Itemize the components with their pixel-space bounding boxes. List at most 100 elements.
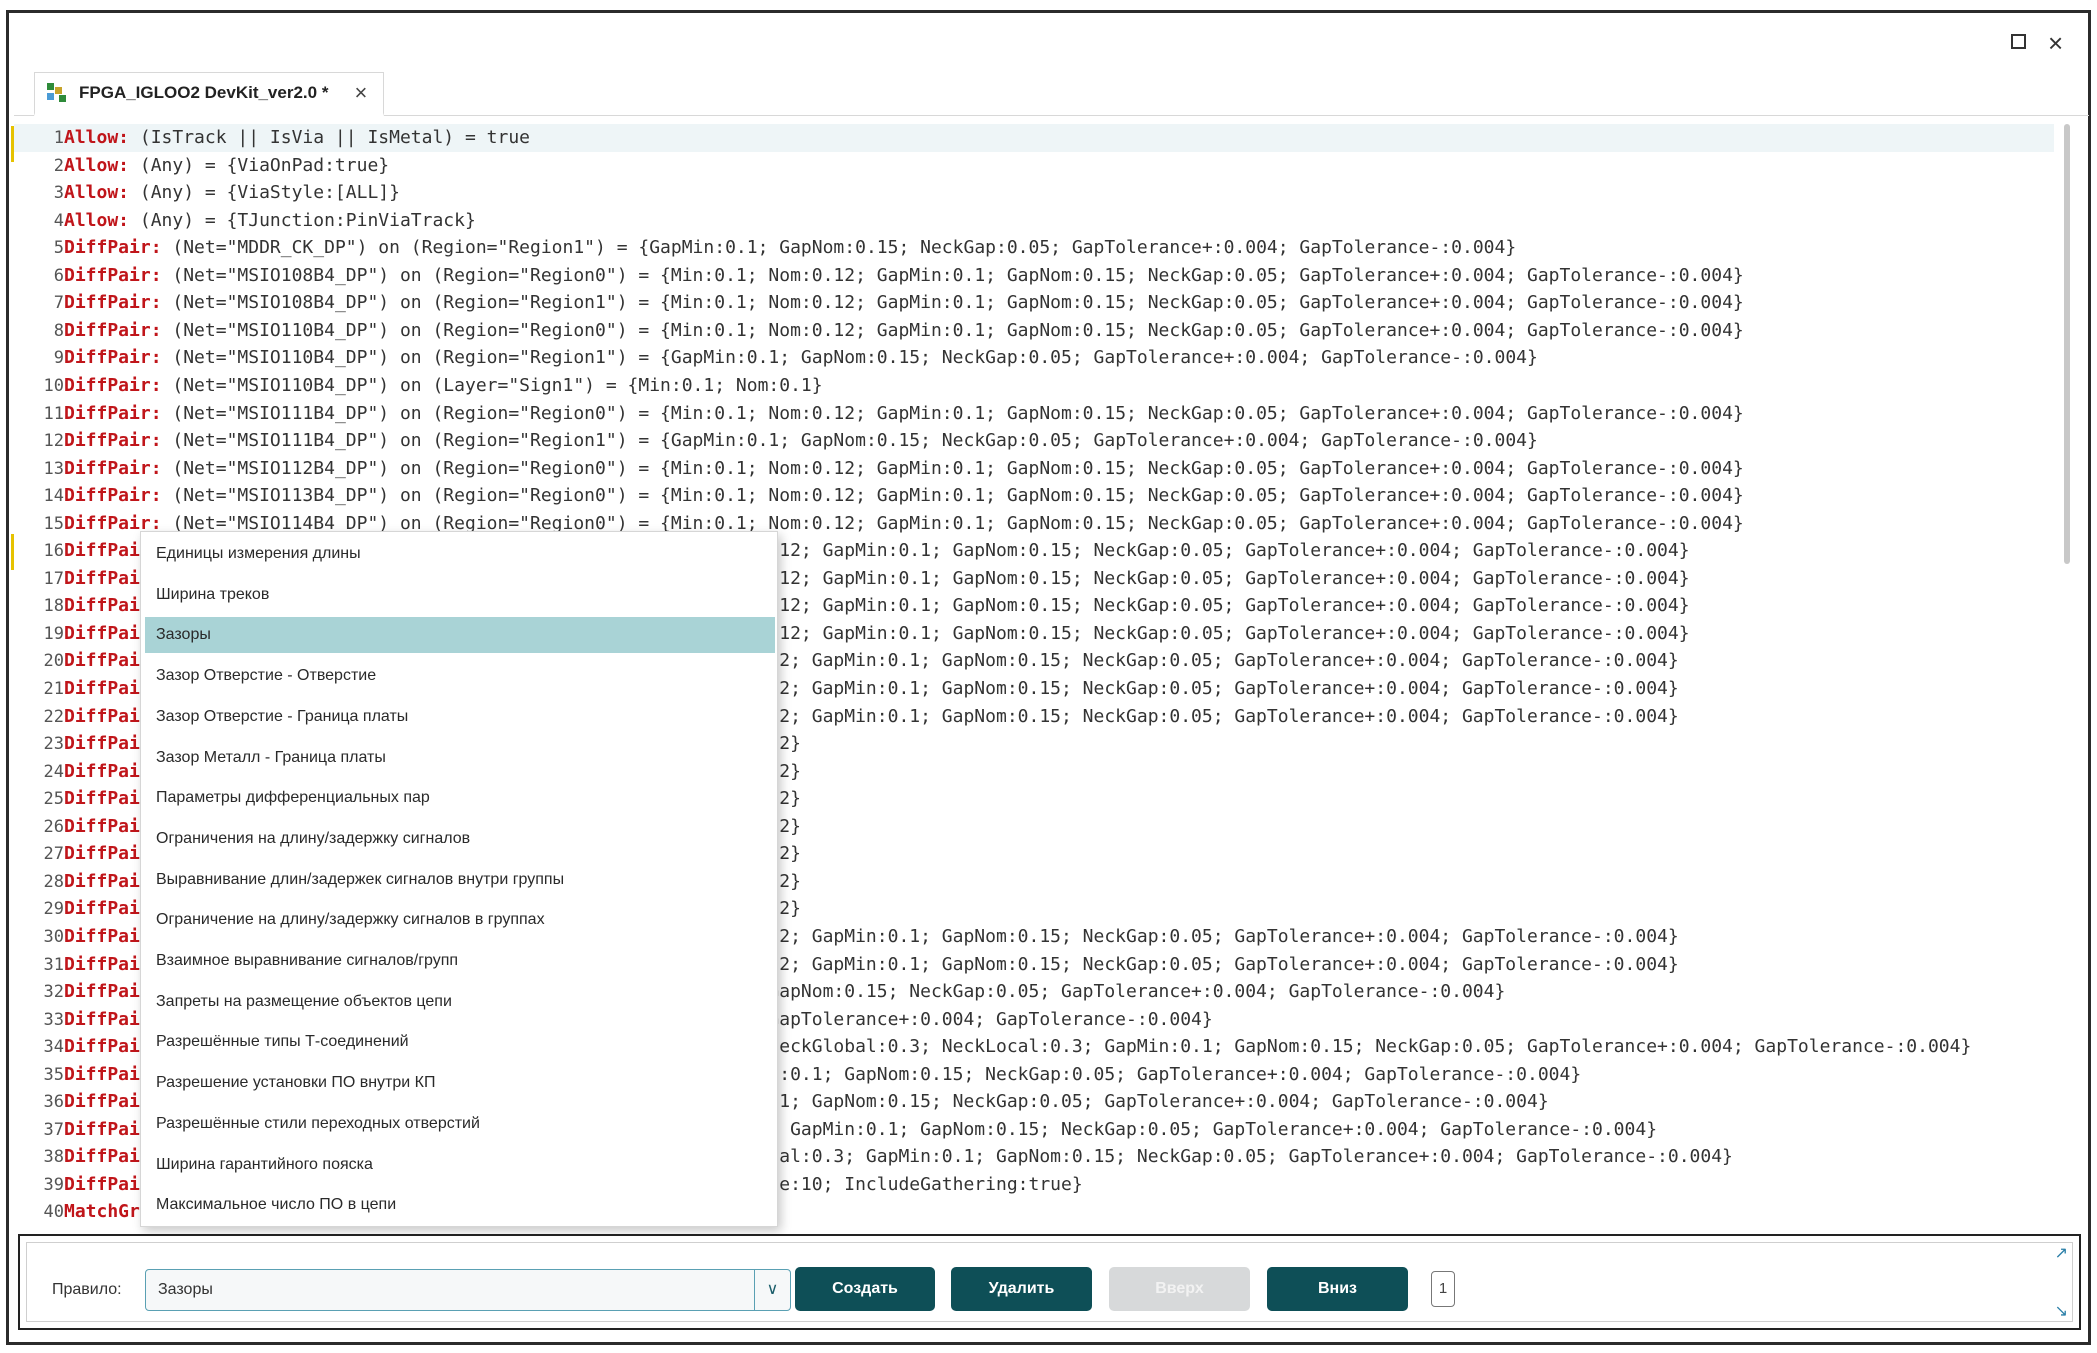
rule-keyword: DiffPai: [64, 953, 140, 975]
dropdown-option[interactable]: Ограничение на длину/задержку сигналов в…: [145, 902, 775, 938]
rule-keyword: DiffPair:: [64, 292, 162, 314]
dropdown-option[interactable]: Взаимное выравнивание сигналов/групп: [145, 943, 775, 979]
rule-keyword: DiffPair:: [64, 485, 162, 507]
delete-button[interactable]: Удалить: [951, 1267, 1092, 1311]
move-down-button[interactable]: Вниз: [1267, 1267, 1408, 1311]
dropdown-option[interactable]: Запреты на размещение объектов цепи: [145, 984, 775, 1020]
line-number: 32: [43, 982, 64, 1003]
line-number: 7: [53, 293, 64, 314]
rule-text: (Any) = {ViaOnPad:true}: [129, 154, 390, 176]
code-line[interactable]: 12DiffPair: (Net="MSIO111B4_DP") on (Reg…: [14, 427, 1538, 455]
line-number: 4: [53, 210, 64, 231]
line-number: 31: [43, 954, 64, 975]
code-line[interactable]: 7DiffPair: (Net="MSIO108B4_DP") on (Regi…: [14, 289, 1744, 317]
rule-keyword: DiffPair:: [64, 374, 162, 396]
rule-keyword: DiffPai: [64, 678, 140, 699]
dropdown-option[interactable]: Ширина треков: [145, 577, 775, 613]
dropdown-option[interactable]: Выравнивание длин/задержек сигналов внут…: [145, 862, 775, 898]
line-number: 24: [43, 761, 64, 782]
rule-keyword: DiffPai: [64, 567, 140, 589]
code-line[interactable]: 10DiffPair: (Net="MSIO110B4_DP") on (Lay…: [14, 372, 823, 400]
close-icon[interactable]: ×: [2048, 28, 2063, 59]
tab-close-icon[interactable]: ×: [354, 80, 367, 106]
rule-text: (Net="MSIO108B4_DP") on (Region="Region0…: [161, 264, 1744, 286]
line-number: 25: [43, 789, 64, 810]
code-line[interactable]: 2Allow: (Any) = {ViaOnPad:true}: [14, 152, 389, 180]
dropdown-option[interactable]: Зазоры: [145, 617, 775, 654]
line-number: 29: [43, 899, 64, 920]
rule-panel-inner: Правило: Зазоры ∨ Создать Удалить Вверх …: [26, 1242, 2073, 1322]
line-number: 28: [43, 871, 64, 892]
rule-panel: Правило: Зазоры ∨ Создать Удалить Вверх …: [18, 1234, 2081, 1330]
rule-keyword: DiffPai: [64, 760, 140, 782]
tab-title: FPGA_IGLOO2 DevKit_ver2.0 *: [79, 83, 329, 102]
line-number: 23: [43, 734, 64, 755]
rule-keyword: DiffPai: [64, 788, 140, 810]
rule-text: (Net="MSIO113B4_DP") on (Region="Region0…: [161, 485, 1744, 507]
dropdown-option[interactable]: Разрешённые стили переходных отверстий: [145, 1106, 775, 1142]
create-button[interactable]: Создать: [795, 1267, 935, 1311]
dropdown-option[interactable]: Зазор Отверстие - Граница платы: [145, 699, 775, 735]
rule-keyword: DiffPai: [64, 595, 140, 617]
rule-type-dropdown-list: Единицы измерения длины Ширина треков Зазо…: [140, 531, 778, 1227]
rule-keyword: DiffPair:: [64, 264, 162, 286]
code-line[interactable]: 14DiffPair: (Net="MSIO113B4_DP") on (Reg…: [14, 482, 1744, 510]
rule-keyword: DiffPair:: [64, 319, 162, 341]
dropdown-option[interactable]: Зазор Металл - Граница платы: [145, 740, 775, 776]
code-line[interactable]: 13DiffPair: (Net="MSIO112B4_DP") on (Reg…: [14, 455, 1744, 483]
vertical-scrollbar[interactable]: [2064, 124, 2070, 564]
rule-text: (Net="MSIO110B4_DP") on (Region="Region0…: [161, 319, 1744, 341]
chevron-down-icon[interactable]: ∨: [754, 1270, 790, 1310]
expand-icon[interactable]: ↗: [2055, 1243, 2068, 1263]
rule-text: (Any) = {ViaStyle:[ALL]}: [129, 182, 400, 204]
rule-keyword: DiffPai: [64, 925, 140, 947]
line-number: 8: [53, 320, 64, 341]
line-number: 15: [43, 513, 64, 534]
move-up-button[interactable]: Вверх: [1109, 1267, 1250, 1311]
rule-keyword: DiffPai: [64, 843, 140, 865]
code-line[interactable]: 1Allow: (IsTrack || IsVia || IsMetal) = …: [14, 124, 2054, 152]
dropdown-option[interactable]: Единицы измерения длины: [145, 536, 775, 572]
code-line[interactable]: 8DiffPair: (Net="MSIO110B4_DP") on (Regi…: [14, 317, 1744, 345]
rule-label: Правило:: [52, 1281, 122, 1298]
dropdown-option[interactable]: Зазор Отверстие - Отверстие: [145, 658, 775, 694]
rule-text: (Any) = {TJunction:PinViaTrack}: [129, 209, 476, 231]
line-number: 36: [43, 1092, 64, 1113]
dropdown-option[interactable]: Параметры дифференциальных пар: [145, 780, 775, 816]
line-number: 19: [43, 623, 64, 644]
rule-keyword: DiffPai: [64, 622, 140, 644]
code-line[interactable]: 4Allow: (Any) = {TJunction:PinViaTrack}: [14, 207, 476, 235]
tab-document[interactable]: FPGA_IGLOO2 DevKit_ver2.0 * ×: [34, 72, 384, 116]
code-line[interactable]: 40MatchGr: [14, 1198, 140, 1226]
line-number: 1: [53, 128, 64, 148]
line-number: 12: [43, 431, 64, 452]
dropdown-option[interactable]: Разрешение установки ПО внутри КП: [145, 1065, 775, 1101]
rule-keyword: DiffPair:: [64, 457, 162, 479]
line-number: 3: [53, 183, 64, 204]
tab-bar: FPGA_IGLOO2 DevKit_ver2.0 * ×: [14, 72, 2089, 116]
rule-keyword: DiffPai: [64, 1063, 140, 1085]
dropdown-option[interactable]: Ограничения на длину/задержку сигналов: [145, 821, 775, 857]
line-number: 27: [43, 844, 64, 865]
dropdown-option[interactable]: Разрешённые типы Т-соединений: [145, 1024, 775, 1060]
rule-keyword: DiffPai: [64, 540, 140, 562]
rule-select[interactable]: Зазоры ∨: [145, 1269, 791, 1311]
pcb-project-icon: [47, 83, 69, 103]
code-line[interactable]: 9DiffPair: (Net="MSIO110B4_DP") on (Regi…: [14, 344, 1538, 372]
rule-keyword: DiffPai: [64, 1036, 140, 1058]
rule-keyword: DiffPai: [64, 981, 140, 1003]
resize-icon[interactable]: ↘: [2055, 1301, 2068, 1321]
line-number: 16: [43, 541, 64, 562]
code-line[interactable]: 6DiffPair: (Net="MSIO108B4_DP") on (Regi…: [14, 262, 1744, 290]
dropdown-option[interactable]: Ширина гарантийного пояска: [145, 1147, 775, 1183]
rule-keyword: Allow:: [64, 182, 130, 204]
code-line[interactable]: 5DiffPair: (Net="MDDR_CK_DP") on (Region…: [14, 234, 1516, 262]
dropdown-option[interactable]: Максимальное число ПО в цепи: [145, 1187, 775, 1223]
rule-keyword: Allow:: [64, 209, 130, 231]
rule-keyword: Allow:: [64, 127, 130, 148]
maximize-icon[interactable]: [2011, 34, 2026, 49]
rule-keyword: DiffPai: [64, 870, 140, 892]
code-line[interactable]: 11DiffPair: (Net="MSIO111B4_DP") on (Reg…: [14, 400, 1744, 428]
rule-text: (IsTrack || IsVia || IsMetal) = true: [129, 127, 530, 148]
code-line[interactable]: 3Allow: (Any) = {ViaStyle:[ALL]}: [14, 179, 400, 207]
